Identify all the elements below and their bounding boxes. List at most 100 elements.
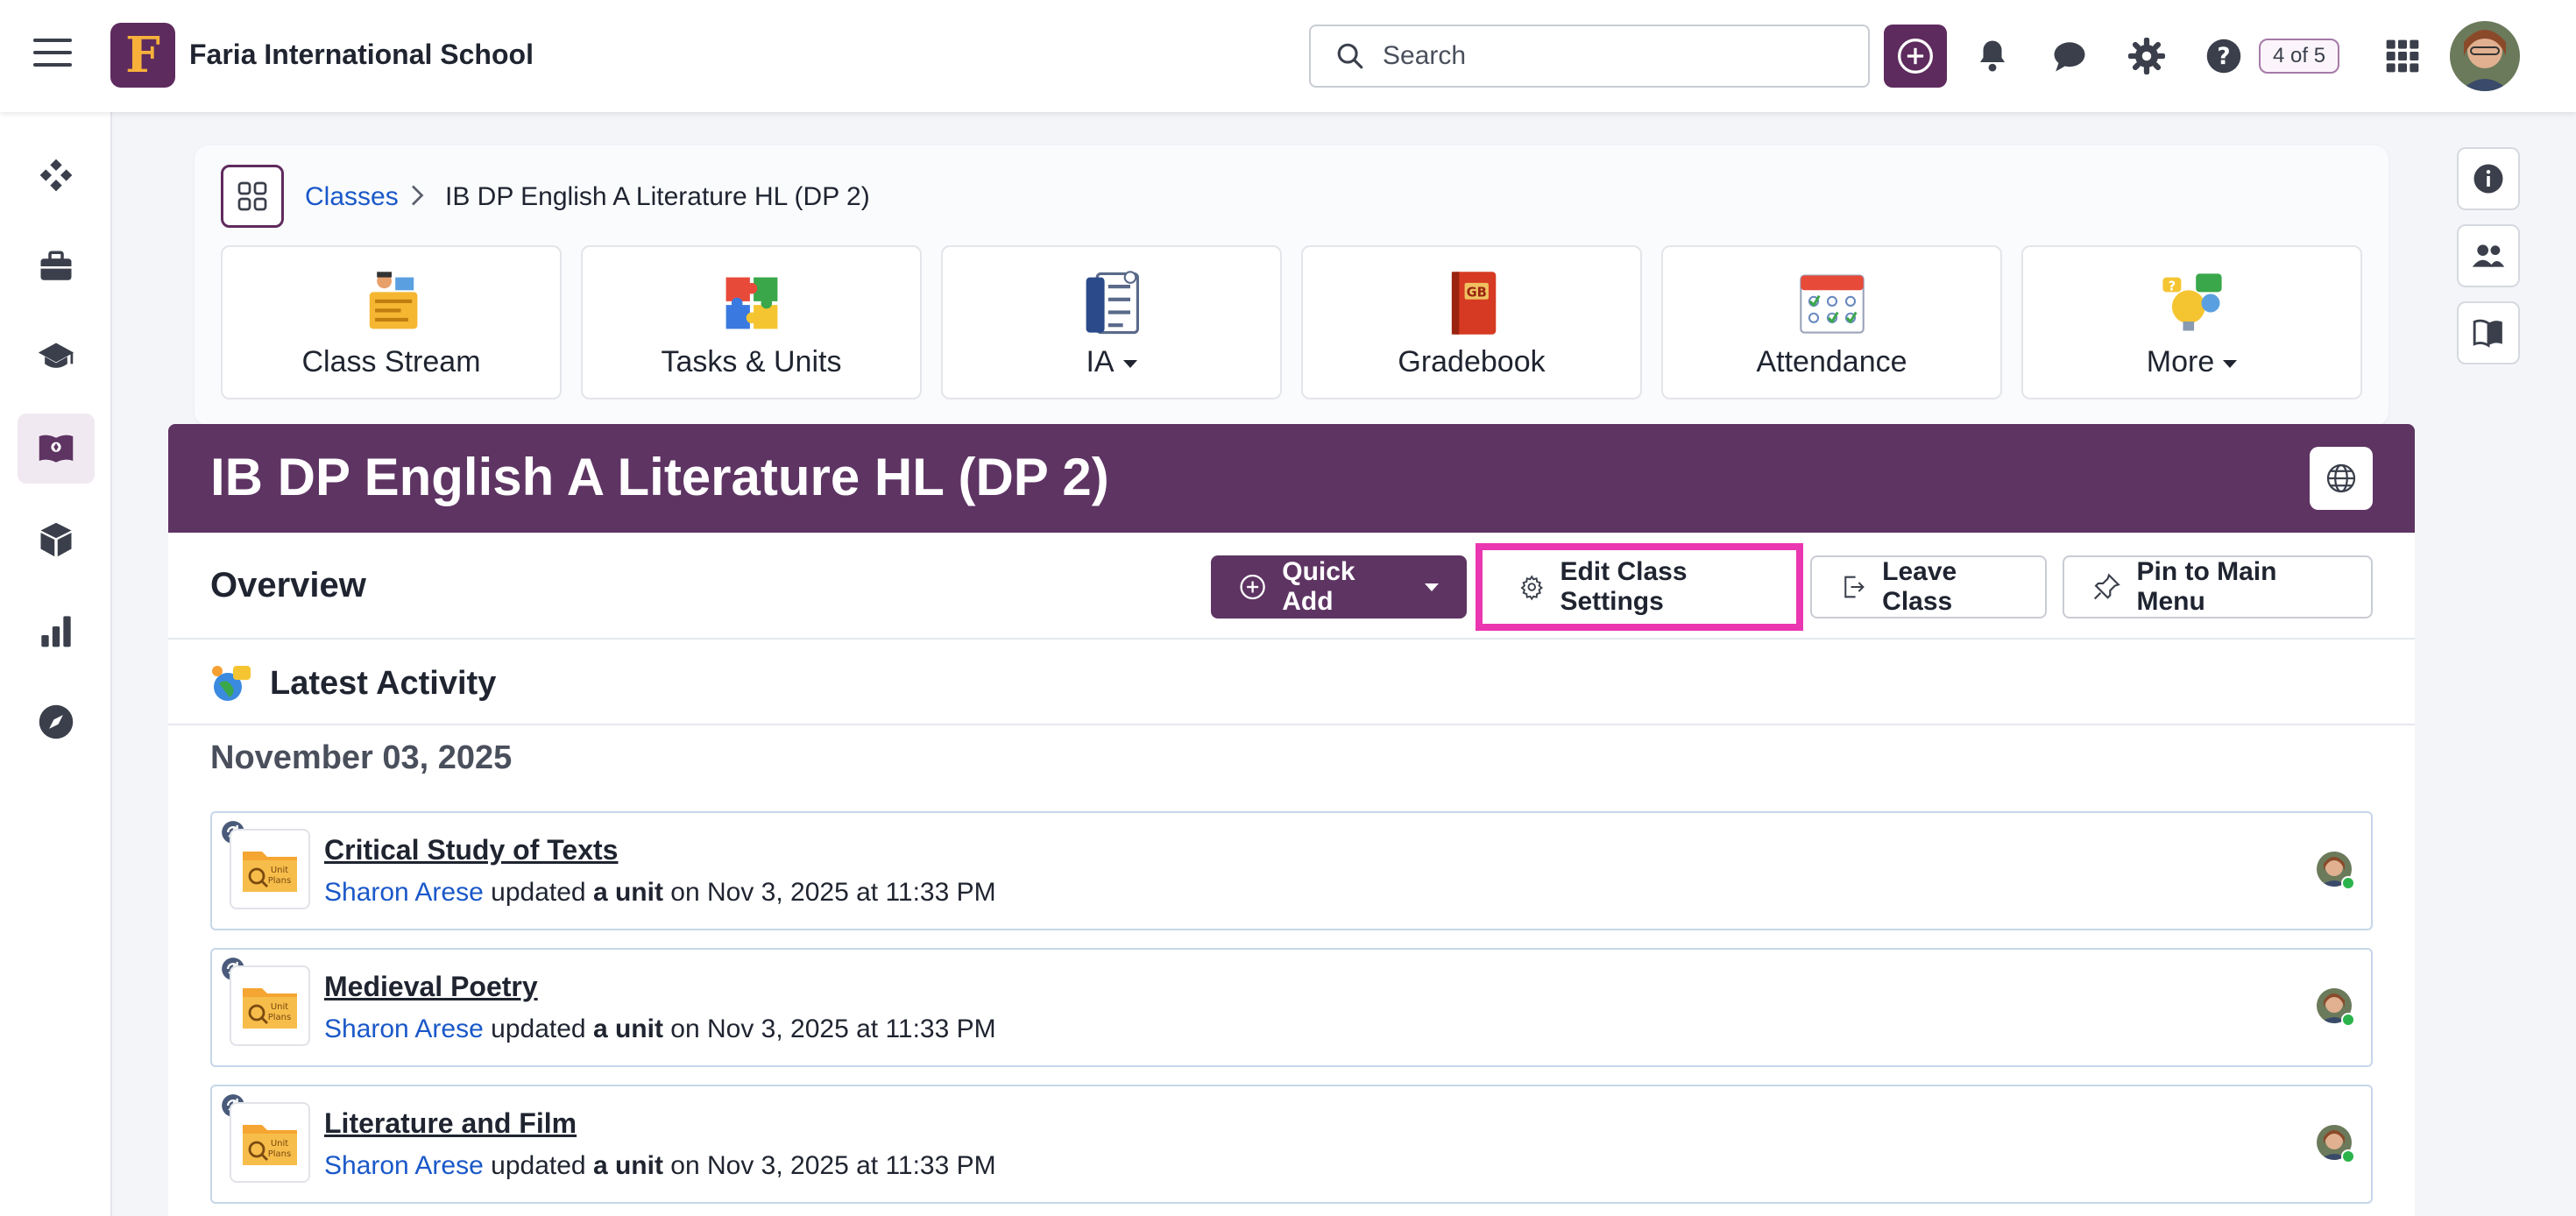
svg-text:Plans: Plans: [268, 1013, 291, 1022]
tile-label: IA: [943, 345, 1280, 379]
caret-down-icon: [1425, 583, 1439, 591]
activity-user-avatar[interactable]: [2317, 1125, 2355, 1163]
sidebar-item-explore[interactable]: [18, 687, 95, 757]
reading-button[interactable]: [2457, 301, 2520, 364]
caret-down-icon: [2223, 359, 2238, 368]
class-tiles: Class Stream Tasks & Units IA GB Gradebo…: [221, 245, 2362, 399]
search-input[interactable]: [1383, 41, 1838, 71]
sidebar-item-academics[interactable]: [18, 322, 95, 392]
activity-globe-icon: [212, 666, 251, 701]
activity-user-link[interactable]: Sharon Arese: [324, 1015, 484, 1043]
activity-time: on Nov 3, 2025 at 11:33 PM: [670, 878, 996, 907]
search-box[interactable]: [1309, 25, 1870, 88]
create-button[interactable]: [1884, 25, 1947, 88]
online-status-dot: [2341, 1013, 2355, 1027]
users-icon: [2472, 244, 2505, 267]
tile-label: More: [2023, 345, 2360, 379]
book-icon: [2473, 319, 2502, 348]
language-button[interactable]: [2310, 447, 2373, 510]
pin-to-main-menu-button[interactable]: Pin to Main Menu: [2063, 555, 2373, 619]
unit-folder-icon: Unit Plans: [230, 829, 310, 909]
info-button[interactable]: [2457, 147, 2520, 210]
activity-verb: updated: [491, 878, 586, 907]
activity-item[interactable]: Unit Plans Critical Study of Texts Sharon…: [210, 811, 2373, 930]
sidebar-item-dashboard[interactable]: [18, 140, 95, 210]
menu-icon[interactable]: [33, 39, 72, 74]
ideas-icon: ?: [2162, 273, 2222, 331]
help-progress-badge[interactable]: 4 of 5: [2259, 39, 2340, 74]
puzzle-icon: [725, 277, 777, 329]
breadcrumb-current: IB DP English A Literature HL (DP 2): [445, 182, 870, 211]
caret-down-icon: [1122, 359, 1137, 368]
svg-text:Unit: Unit: [271, 1002, 288, 1012]
activity-user-avatar[interactable]: [2317, 852, 2355, 890]
class-menu-button[interactable]: [221, 165, 284, 228]
quick-add-label: Quick Add: [1282, 557, 1355, 616]
activity-title-link[interactable]: Medieval Poetry: [324, 971, 538, 1003]
sidebar-item-classes[interactable]: [18, 414, 95, 484]
activity-user-link[interactable]: Sharon Arese: [324, 878, 484, 907]
breadcrumb-classes-link[interactable]: Classes: [305, 182, 399, 212]
gear-outline-icon: [1520, 575, 1544, 601]
plus-circle-icon: [1898, 39, 1933, 74]
svg-text:Plans: Plans: [268, 876, 291, 886]
activity-date: November 03, 2025: [210, 739, 513, 776]
members-button[interactable]: [2457, 224, 2520, 287]
search-icon: [1337, 43, 1363, 69]
edit-class-settings-button[interactable]: Edit Class Settings: [1490, 555, 1789, 619]
activity-user-link[interactable]: Sharon Arese: [324, 1151, 484, 1180]
activity-description: Sharon Arese updated a unit on Nov 3, 20…: [324, 1151, 996, 1181]
tile-tasks-units[interactable]: Tasks & Units: [581, 245, 922, 399]
class-overview-panel: Overview Quick Add Edit Class Settings L…: [168, 533, 2415, 1216]
attendance-calendar-icon: [1799, 274, 1865, 334]
apps-button[interactable]: [2381, 35, 2424, 77]
tile-label: Attendance: [1756, 345, 1907, 378]
activity-object: a unit: [592, 1151, 663, 1180]
tile-ia[interactable]: IA: [941, 245, 1282, 399]
tile-label-text: More: [2146, 345, 2215, 378]
help-button[interactable]: ?: [2203, 35, 2245, 77]
briefcase-icon: [40, 251, 72, 280]
sidebar-item-portfolio[interactable]: [18, 231, 95, 301]
tile-more[interactable]: ? More: [2021, 245, 2362, 399]
grid-icon: [237, 181, 267, 211]
globe-icon: [2326, 463, 2356, 493]
quick-add-button[interactable]: Quick Add: [1211, 555, 1467, 619]
tile-class-stream[interactable]: Class Stream: [221, 245, 562, 399]
class-header: IB DP English A Literature HL (DP 2): [168, 424, 2415, 533]
tile-label-text: IA: [1086, 345, 1115, 378]
activity-item[interactable]: Unit Plans Literature and Film Sharon Are…: [210, 1085, 2373, 1204]
notifications-button[interactable]: [1971, 35, 2013, 77]
school-logo[interactable]: F: [110, 23, 175, 88]
sidebar-item-resources[interactable]: [18, 505, 95, 575]
left-sidebar: [0, 112, 112, 1216]
app-grid-icon: [2386, 39, 2419, 73]
logo-letter: F: [125, 26, 160, 84]
activity-user-avatar[interactable]: [2317, 988, 2355, 1027]
settings-button[interactable]: [2126, 35, 2168, 77]
tile-attendance[interactable]: Attendance: [1661, 245, 2002, 399]
activity-title-link[interactable]: Literature and Film: [324, 1107, 577, 1140]
unit-folder-icon: Unit Plans: [230, 965, 310, 1046]
compass-icon: [39, 704, 74, 739]
latest-activity-header: Latest Activity: [210, 662, 496, 704]
tile-gradebook[interactable]: GB Gradebook: [1301, 245, 1642, 399]
activity-item[interactable]: Unit Plans Medieval Poetry Sharon Arese u…: [210, 948, 2373, 1067]
activity-object: a unit: [592, 878, 663, 907]
bar-chart-icon: [41, 616, 71, 647]
school-name: Faria International School: [189, 39, 534, 70]
leave-class-button[interactable]: Leave Class: [1810, 555, 2047, 619]
svg-text:GB: GB: [1466, 286, 1486, 300]
cube-icon: [40, 522, 72, 557]
user-avatar[interactable]: [2450, 21, 2520, 91]
sidebar-item-reports[interactable]: [18, 596, 95, 666]
activity-title-link[interactable]: Critical Study of Texts: [324, 834, 618, 866]
plus-circle-icon: [1240, 574, 1265, 600]
svg-text:Plans: Plans: [268, 1149, 291, 1159]
messages-button[interactable]: [2049, 35, 2091, 77]
svg-text:?: ?: [2168, 279, 2176, 293]
leave-class-label: Leave Class: [1882, 557, 1957, 616]
svg-text:Unit: Unit: [271, 866, 288, 875]
activity-verb: updated: [491, 1151, 586, 1180]
activity-description: Sharon Arese updated a unit on Nov 3, 20…: [324, 1015, 996, 1044]
